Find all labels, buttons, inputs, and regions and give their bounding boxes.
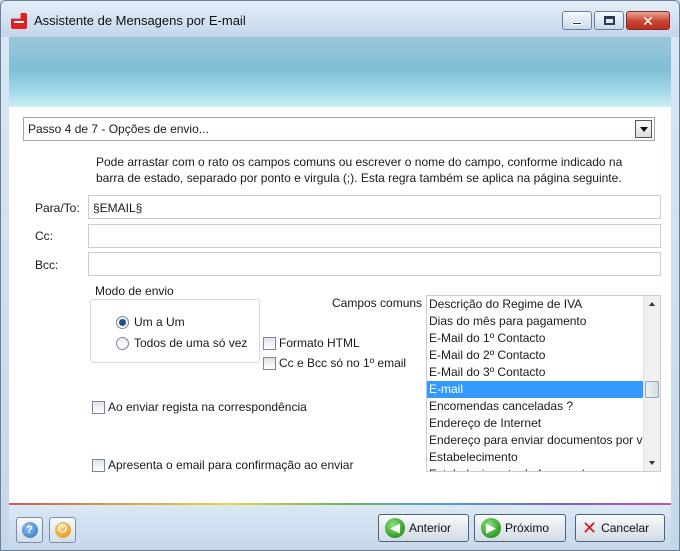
power-button[interactable]: ⏻ [49, 517, 76, 543]
radio-all-at-once[interactable]: Todos de uma só vez [116, 336, 247, 350]
checkbox[interactable] [92, 400, 105, 414]
register-correspondence-label: Ao enviar regista na correspondência [108, 400, 307, 414]
close-button[interactable]: ✕ [626, 11, 670, 30]
help-button[interactable]: ? [16, 517, 43, 543]
cancel-icon: ✕ [582, 518, 598, 538]
next-button[interactable]: ▶ Próximo [474, 514, 566, 542]
list-item[interactable]: Estabelecimento do fornecedor [427, 466, 643, 471]
maximize-button[interactable] [594, 11, 624, 30]
header-banner [9, 37, 671, 107]
send-mode-label: Modo de envio [95, 284, 174, 298]
instructions-text: Pode arrastar com o rato os campos comun… [96, 154, 656, 186]
confirm-before-send-label: Apresenta o email para confirmação ao en… [108, 458, 354, 472]
common-fields-items: Descrição do Regime de IVA Dias do mês pa… [427, 296, 643, 471]
scroll-thumb[interactable] [645, 381, 659, 398]
chevron-up-icon [649, 302, 655, 306]
arrow-left-icon: ◀ [385, 518, 405, 538]
window-title: Assistente de Mensagens por E-mail [34, 13, 246, 28]
arrow-right-icon: ▶ [481, 518, 501, 538]
chevron-down-icon [639, 126, 648, 132]
cc-bcc-first-only-checkbox[interactable]: Cc e Bcc só no 1º email [263, 356, 406, 370]
common-fields-list[interactable]: Descrição do Regime de IVA Dias do mês pa… [426, 295, 661, 472]
step-dropdown-value: Passo 4 de 7 - Opções de envio... [28, 122, 209, 136]
next-button-label: Próximo [505, 521, 550, 535]
list-item[interactable]: Dias do mês para pagamento [427, 313, 643, 330]
cancel-button[interactable]: ✕ Cancelar [575, 514, 665, 542]
cancel-button-label: Cancelar [601, 521, 650, 535]
radio-one-by-one-label: Um a Um [134, 315, 185, 329]
radio-button-selected[interactable] [116, 315, 129, 329]
close-icon: ✕ [642, 12, 654, 29]
wizard-window: Assistente de Mensagens por E-mail ✕ Pas… [0, 0, 680, 551]
radio-button[interactable] [116, 336, 129, 350]
instructions-line-1: Pode arrastar com o rato os campos comun… [96, 155, 623, 169]
app-logo-icon [11, 13, 27, 29]
scroll-up-button[interactable] [644, 296, 660, 312]
list-item[interactable]: Endereço para enviar documentos por v [427, 432, 643, 449]
html-format-checkbox[interactable]: Formato HTML [263, 336, 360, 350]
to-label: Para/To: [35, 201, 80, 215]
list-item[interactable]: Endereço de Internet [427, 415, 643, 432]
list-item[interactable]: E-Mail do 2º Contacto [427, 347, 643, 364]
minimize-icon [572, 22, 582, 25]
list-item[interactable]: E-Mail do 1º Contacto [427, 330, 643, 347]
list-item[interactable]: Encomendas canceladas ? [427, 398, 643, 415]
list-item[interactable]: E-Mail do 3º Contacto [427, 364, 643, 381]
scroll-down-button[interactable] [644, 455, 660, 471]
cc-label: Cc: [35, 229, 53, 243]
minimize-button[interactable] [562, 11, 592, 30]
checkbox[interactable] [263, 336, 276, 350]
send-mode-group: Um a Um Todos de uma só vez [90, 299, 260, 363]
cc-bcc-first-only-label: Cc e Bcc só no 1º email [279, 356, 407, 370]
radio-all-at-once-label: Todos de uma só vez [134, 336, 248, 350]
list-item[interactable]: E-mail [427, 381, 643, 398]
list-item[interactable]: Descrição do Regime de IVA [427, 296, 643, 313]
radio-one-by-one[interactable]: Um a Um [116, 315, 185, 329]
common-fields-label: Campos comuns [332, 296, 423, 310]
previous-button[interactable]: ◀ Anterior [378, 514, 469, 542]
chevron-down-icon [649, 461, 655, 465]
footer-bar: ? ⏻ ◀ Anterior ▶ Próximo ✕ Cancelar [9, 505, 671, 550]
checkbox[interactable] [92, 458, 105, 472]
list-item[interactable]: Estabelecimento [427, 449, 643, 466]
title-bar[interactable]: Assistente de Mensagens por E-mail ✕ [1, 1, 679, 37]
instructions-line-2: barra de estado, separado por ponto e vi… [96, 171, 622, 185]
html-format-label: Formato HTML [279, 336, 360, 350]
step-dropdown[interactable]: Passo 4 de 7 - Opções de envio... [23, 117, 655, 141]
checkbox[interactable] [263, 356, 276, 370]
cc-field[interactable] [88, 224, 661, 248]
previous-button-label: Anterior [409, 521, 452, 535]
power-icon: ⏻ [54, 522, 71, 538]
to-field[interactable]: §EMAIL§ [88, 195, 661, 219]
bcc-label: Bcc: [35, 258, 59, 272]
confirm-before-send-checkbox[interactable]: Apresenta o email para confirmação ao en… [92, 458, 353, 472]
dropdown-arrow-button[interactable] [635, 120, 652, 138]
list-scrollbar[interactable] [643, 296, 660, 471]
register-correspondence-checkbox[interactable]: Ao enviar regista na correspondência [92, 400, 307, 414]
help-icon: ? [21, 522, 38, 538]
bcc-field[interactable] [88, 252, 661, 276]
wizard-content: Passo 4 de 7 - Opções de envio... Pode a… [9, 107, 671, 505]
maximize-icon [603, 16, 615, 25]
